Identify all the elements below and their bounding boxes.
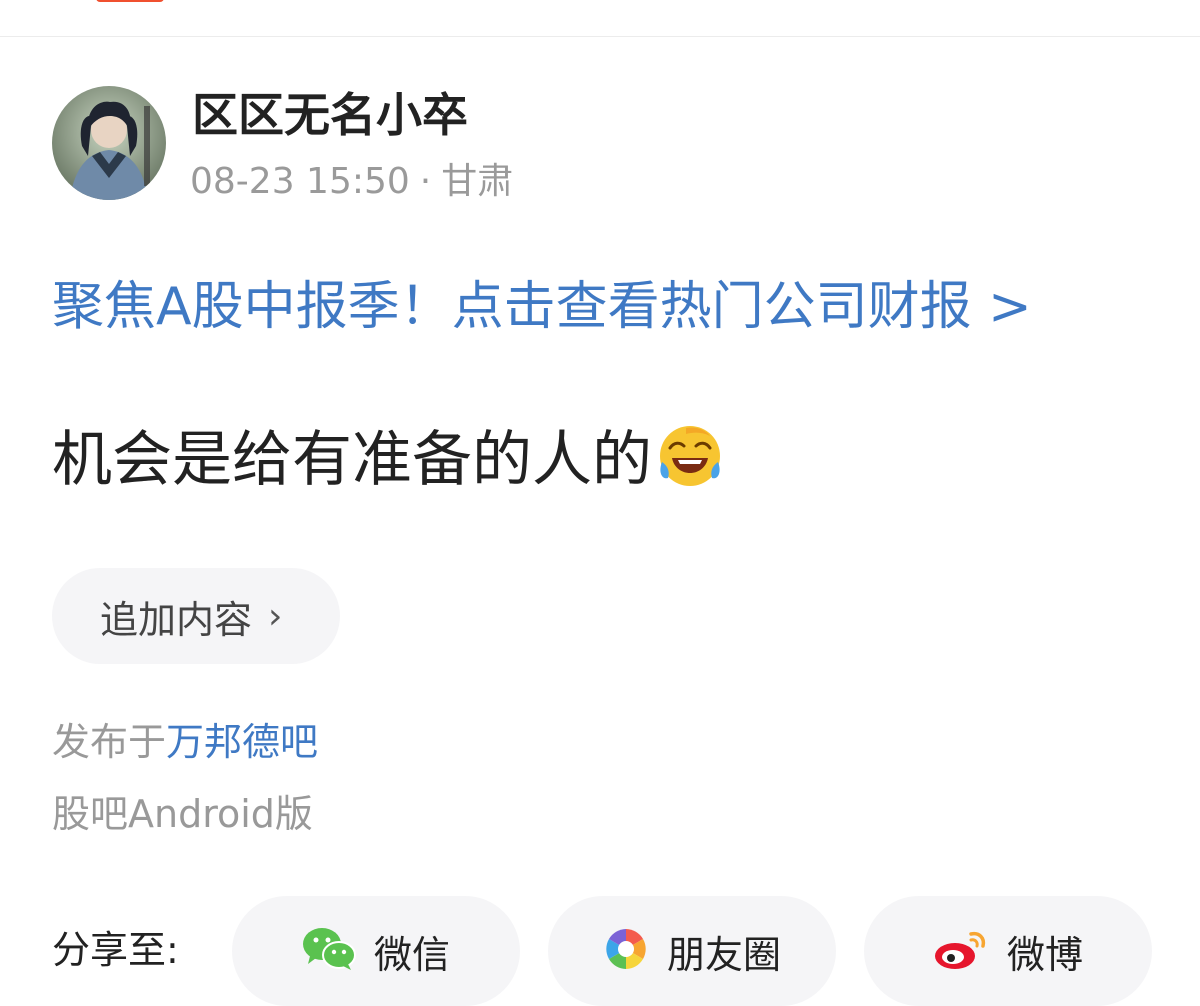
active-tab-indicator [96,0,164,2]
share-wechat-label: 微信 [373,932,450,977]
forum-link[interactable]: 万邦德吧 [166,720,318,764]
laughing-emoji-icon [656,422,724,490]
weibo-icon [933,926,989,976]
promo-link[interactable]: 聚焦A股中报季！点击查看热门公司财报 > [52,274,1032,340]
top-bar [0,0,1200,37]
share-label: 分享至: [52,928,179,972]
posted-in: 发布于万邦德吧 [52,714,318,770]
share-moments-button[interactable]: 朋友圈 [548,896,836,1006]
post-time: 08-23 15:50 [190,161,410,202]
share-wechat-button[interactable]: 微信 [232,896,520,1006]
add-content-label: 追加内容 [100,597,253,642]
share-weibo-label: 微博 [1006,932,1083,977]
post-content: 机会是给有准备的人的 [52,420,724,500]
post-text: 机会是给有准备的人的 [52,425,652,495]
avatar-image [52,86,166,200]
add-content-button[interactable]: 追加内容 › [52,568,340,664]
share-weibo-button[interactable]: 微博 [864,896,1152,1006]
author-avatar[interactable] [52,86,166,200]
chevron-right-icon: › [268,595,283,637]
moments-icon [603,926,649,976]
meta-separator: · [419,161,432,202]
post-meta: 08-23 15:50 · 甘肃 [190,160,513,204]
wechat-icon [302,926,356,976]
client-info: 股吧Android版 [52,792,313,836]
posted-in-prefix: 发布于 [52,720,167,764]
post-location: 甘肃 [441,161,514,202]
share-moments-label: 朋友圈 [666,932,781,977]
author-name[interactable]: 区区无名小卒 [192,86,468,144]
